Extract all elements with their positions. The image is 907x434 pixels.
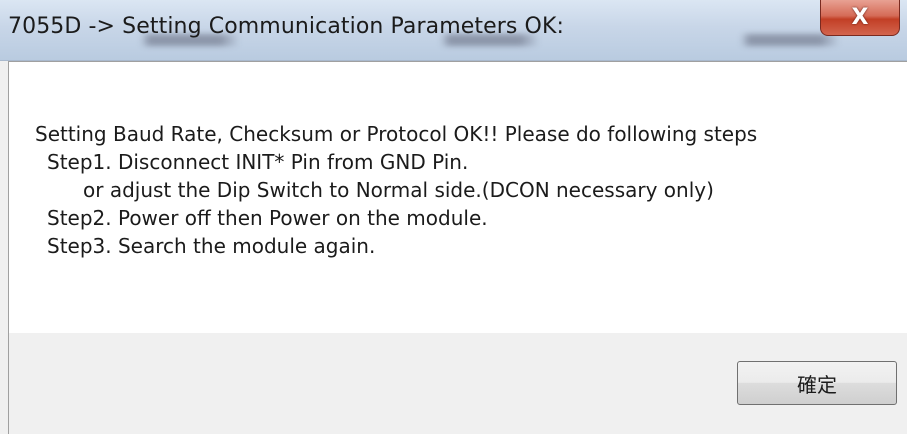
message-line-step1-alt: or adjust the Dip Switch to Normal side.… (83, 178, 714, 202)
ok-button[interactable]: 確定 (737, 361, 897, 405)
window-title: 7055D -> Setting Communication Parameter… (8, 14, 565, 39)
dialog-window: 7055D -> Setting Communication Parameter… (0, 0, 907, 434)
button-bar: 確定 (8, 333, 907, 434)
close-icon: X (851, 5, 869, 30)
message-line-heading: Setting Baud Rate, Checksum or Protocol … (35, 122, 758, 146)
message-area: Setting Baud Rate, Checksum or Protocol … (8, 61, 907, 333)
message-line-step3: Step3. Search the module again. (47, 234, 376, 258)
message-line-step1: Step1. Disconnect INIT* Pin from GND Pin… (47, 150, 469, 174)
message-text: Setting Baud Rate, Checksum or Protocol … (35, 120, 757, 260)
close-button[interactable]: X (820, 0, 900, 36)
message-line-step2: Step2. Power off then Power on the modul… (47, 206, 488, 230)
title-bar[interactable]: 7055D -> Setting Communication Parameter… (0, 0, 907, 61)
